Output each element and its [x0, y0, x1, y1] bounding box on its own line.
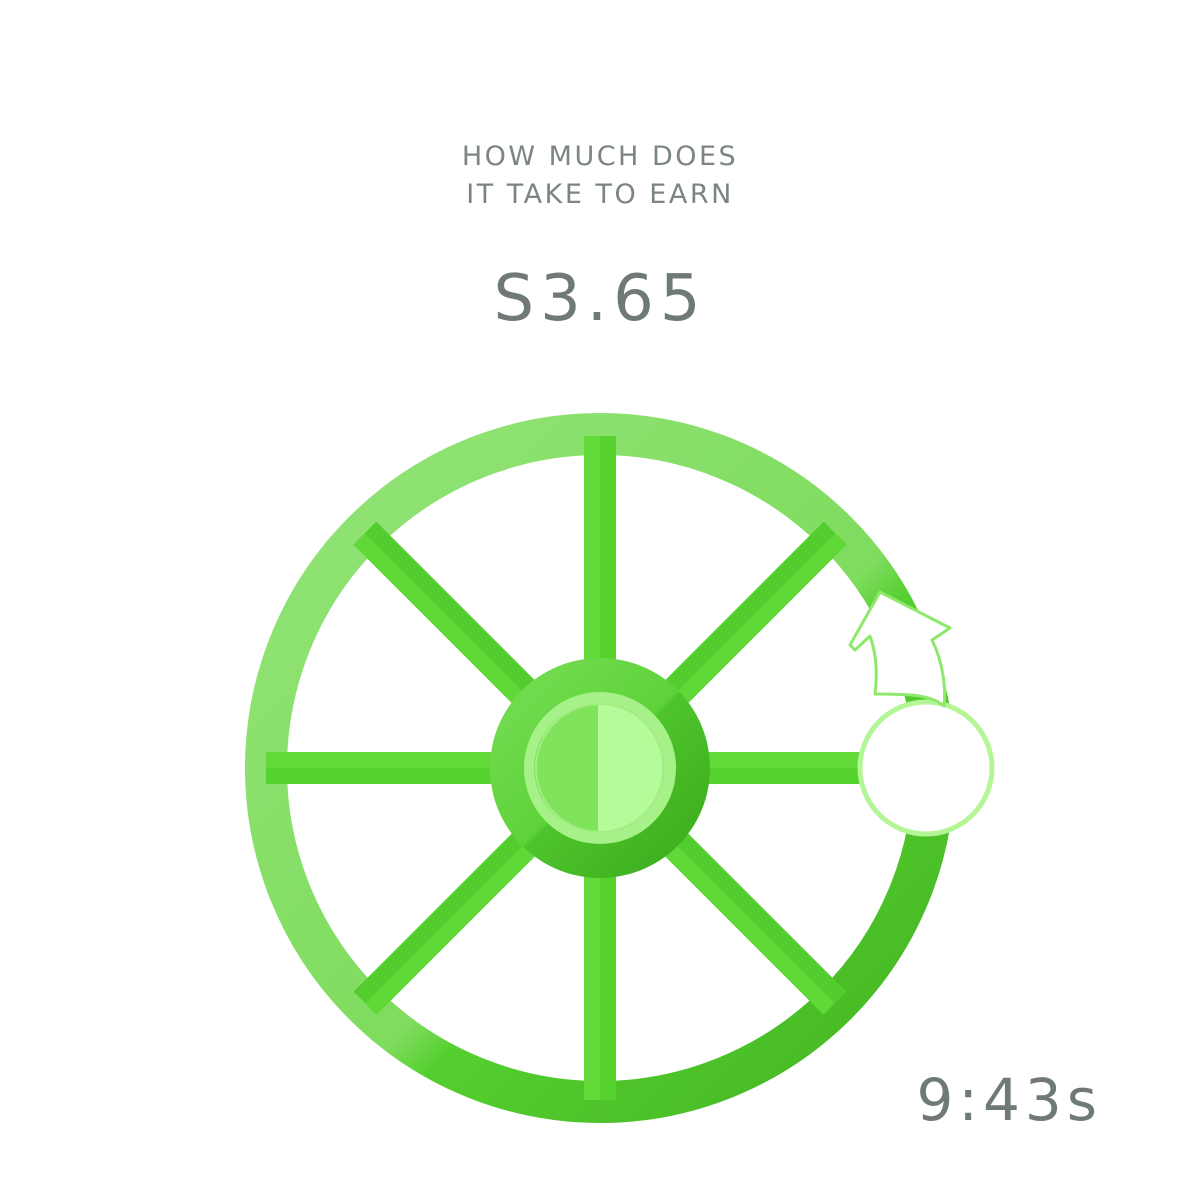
crank-handle-icon[interactable] — [857, 699, 995, 837]
timer-value: 9:43s — [916, 1066, 1102, 1134]
wheel-icon[interactable] — [0, 0, 1200, 1200]
wheel-hub — [490, 658, 710, 878]
rotate-arrow-icon — [848, 590, 952, 708]
